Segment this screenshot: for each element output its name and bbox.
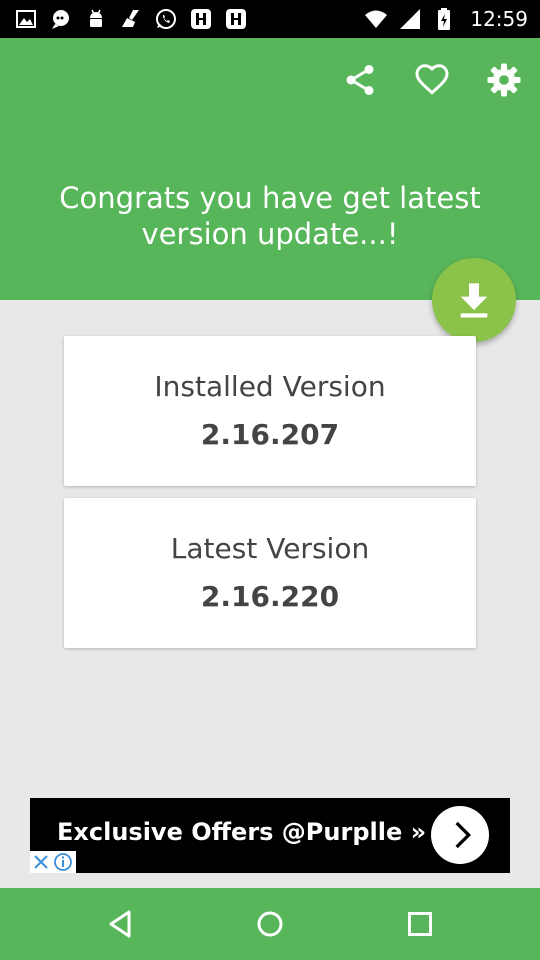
ad-text[interactable]: Exclusive Offers @Purplle » xyxy=(57,818,426,846)
recents-icon xyxy=(408,912,432,936)
image-icon xyxy=(16,10,36,28)
latest-version-value: 2.16.220 xyxy=(200,580,340,613)
back-button[interactable] xyxy=(102,906,138,942)
notification-icons xyxy=(14,7,248,31)
ad-arrow-button[interactable] xyxy=(431,806,489,864)
gear-icon xyxy=(487,63,521,97)
installed-version-value: 2.16.207 xyxy=(200,418,340,451)
favorite-button[interactable] xyxy=(414,62,450,98)
wifi-icon xyxy=(365,10,388,28)
installed-version-card: Installed Version 2.16.207 xyxy=(64,336,476,486)
app-icon xyxy=(226,9,246,29)
clock: 12:59 xyxy=(470,7,528,31)
ad-info-button[interactable] xyxy=(52,851,76,873)
update-message-line1: Congrats you have get latest xyxy=(59,181,481,215)
chat-icon xyxy=(52,10,69,29)
status-bar: 12:59 xyxy=(0,0,540,38)
update-message: Congrats you have get latest version upd… xyxy=(40,180,500,252)
ad-banner[interactable]: Exclusive Offers @Purplle » xyxy=(30,798,510,873)
latest-version-label: Latest Version xyxy=(170,532,370,565)
home-button[interactable] xyxy=(252,906,288,942)
ad-close-button[interactable] xyxy=(30,851,52,873)
update-message-line2: version update...! xyxy=(141,217,399,251)
cleaner-icon xyxy=(122,10,139,27)
android-icon xyxy=(90,9,102,27)
whatsapp-icon xyxy=(156,9,176,29)
battery-icon xyxy=(438,8,451,30)
close-icon xyxy=(34,855,48,869)
heart-icon xyxy=(415,64,449,95)
home-icon xyxy=(257,911,283,937)
navigation-bar xyxy=(0,888,540,960)
signal-icon xyxy=(400,9,421,29)
latest-version-card: Latest Version 2.16.220 xyxy=(64,498,476,648)
settings-button[interactable] xyxy=(486,62,522,98)
info-icon xyxy=(54,853,72,871)
download-button[interactable] xyxy=(432,258,516,342)
installed-version-label: Installed Version xyxy=(154,370,386,403)
share-button[interactable] xyxy=(342,62,378,98)
recents-button[interactable] xyxy=(402,906,438,942)
share-icon xyxy=(346,65,374,95)
download-icon xyxy=(460,283,488,318)
back-icon xyxy=(109,910,131,938)
app-icon xyxy=(191,9,211,29)
chevron-right-icon xyxy=(455,821,472,849)
system-icons: 12:59 xyxy=(364,7,528,31)
